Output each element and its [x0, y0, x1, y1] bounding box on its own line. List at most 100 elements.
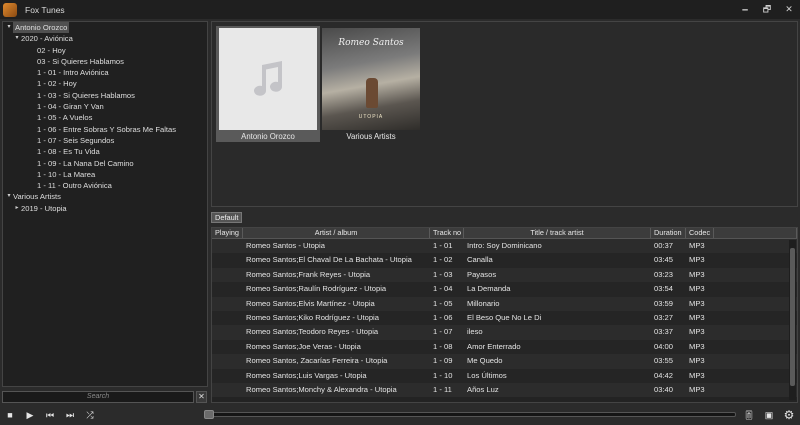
cell-track: 1 - 04	[433, 284, 453, 294]
tree-item-label: Various Artists	[13, 192, 61, 202]
mini-view-button[interactable]: ▣	[761, 407, 777, 423]
window-controls: 🗕 🗗 ✕	[734, 0, 800, 19]
album-tile-antonio-orozco[interactable]: Antonio Orozco	[216, 26, 320, 142]
tree-item-label: 1 - 04 - Giran Y Van	[37, 102, 104, 112]
fox-tunes-app-icon	[3, 2, 17, 17]
tree-item[interactable]: 1 - 04 - Giran Y Van	[3, 101, 207, 112]
minimize-button[interactable]: 🗕	[734, 0, 756, 19]
cell-track: 1 - 09	[433, 356, 453, 366]
cell-playing	[212, 253, 243, 267]
column-header-codec[interactable]: Codec	[686, 228, 714, 238]
tree-item-label: 1 - 02 - Hoy	[37, 79, 77, 89]
restore-button[interactable]: 🗗	[756, 0, 778, 19]
tree-item[interactable]: ▾ Antonio Orozco	[3, 22, 207, 34]
tree-item[interactable]: 1 - 01 - Intro Aviónica	[3, 67, 207, 78]
playlist-scrollbar[interactable]	[789, 240, 796, 400]
cell-duration: 00:37	[654, 241, 674, 250]
cell-playing	[212, 325, 243, 339]
cell-title: Años Luz	[467, 384, 499, 394]
column-header-artist-album[interactable]: Artist / album	[243, 228, 430, 238]
table-row[interactable]: Romeo Santos;Monchy & Alexandra - Utopia…	[212, 382, 797, 398]
tree-item[interactable]: 03 - Si Quieres Hablamos	[3, 56, 207, 67]
cell-artist: Romeo Santos - Utopia	[246, 241, 325, 250]
cell-filler	[714, 297, 797, 311]
column-header-filler	[714, 228, 797, 238]
library-tree[interactable]: ▾ Antonio Orozco ▾ 2020 - Aviónica 02 - Hoy 0…	[2, 21, 208, 387]
tree-item[interactable]: 1 - 11 - Outro Aviónica	[3, 180, 207, 191]
cell-artist: Romeo Santos;Joe Veras - Utopia	[246, 341, 361, 351]
album-tile-various-artists[interactable]: Romeo Santos UTOPIA Various Artists	[319, 28, 423, 142]
table-row[interactable]: Romeo Santos;Teodoro Reyes - Utopia 1 - 0…	[212, 325, 797, 340]
playlist-tabs: Default	[211, 212, 243, 224]
seek-slider-thumb[interactable]	[204, 410, 214, 419]
tree-item[interactable]: 1 - 02 - Hoy	[3, 78, 207, 89]
settings-gear-icon[interactable]: ⚙	[781, 407, 797, 423]
cell-codec: MP3	[689, 384, 705, 394]
tree-item[interactable]: ▾ Various Artists	[3, 191, 207, 202]
table-row[interactable]: Romeo Santos;Frank Reyes - Utopia 1 - 03 P…	[212, 267, 797, 283]
cell-playing	[212, 354, 243, 368]
playlist-rows: Romeo Santos - Utopia 1 - 01 Intro: Soy Do…	[212, 239, 797, 398]
cell-title: Amor Enterrado	[467, 341, 521, 351]
tree-item-label: 1 - 07 - Seis Segundos	[37, 135, 115, 145]
play-button[interactable]: ▶	[22, 407, 38, 423]
seek-slider[interactable]	[204, 410, 736, 419]
tree-item-label: 1 - 03 - Si Quieres Hablamos	[37, 90, 135, 100]
expand-arrow-icon[interactable]: ▾	[5, 22, 13, 33]
tree-item[interactable]: 1 - 09 - La Nana Del Camino	[3, 158, 207, 169]
cell-title: Payasos	[467, 269, 497, 279]
expand-arrow-icon[interactable]: ▾	[13, 33, 21, 44]
cell-codec: MP3	[689, 241, 705, 250]
cell-codec: MP3	[689, 327, 705, 337]
tab-default[interactable]: Default	[211, 212, 243, 223]
tree-item[interactable]: 1 - 03 - Si Quieres Hablamos	[3, 90, 207, 101]
table-row[interactable]: Romeo Santos;Kiko Rodríguez - Utopia 1 - …	[212, 310, 797, 326]
cell-duration: 03:23	[654, 269, 674, 279]
stop-button[interactable]: ■	[2, 407, 18, 423]
cell-duration: 03:54	[654, 284, 674, 294]
library-search-input[interactable]: Search	[2, 391, 194, 403]
table-row[interactable]: Romeo Santos, Zacarías Ferreira - Utopia…	[212, 354, 797, 369]
tree-item[interactable]: 1 - 05 - A Vuelos	[3, 112, 207, 123]
tree-item[interactable]: 1 - 08 - Es Tu Vida	[3, 146, 207, 157]
cell-filler	[714, 383, 797, 397]
cell-playing	[212, 282, 243, 296]
close-button[interactable]: ✕	[778, 0, 800, 19]
cell-track: 1 - 06	[433, 312, 453, 322]
tree-item[interactable]: ▸ 2019 - Utopia	[3, 203, 207, 214]
tree-item[interactable]: 1 - 07 - Seis Segundos	[3, 135, 207, 146]
column-header-duration[interactable]: Duration	[651, 228, 686, 238]
table-row[interactable]: Romeo Santos;El Chaval De La Bachata - U…	[212, 253, 797, 268]
search-clear-button[interactable]: ✕	[196, 391, 207, 403]
window-title: Fox Tunes	[25, 4, 65, 15]
expand-arrow-icon[interactable]: ▾	[5, 191, 13, 202]
tree-item-label: 2020 - Aviónica	[21, 34, 73, 44]
tree-item-label: Antonio Orozco	[13, 22, 70, 34]
cell-codec: MP3	[689, 255, 705, 265]
previous-button[interactable]: ⏮	[42, 407, 58, 423]
cell-artist: Romeo Santos;Raulín Rodríguez - Utopia	[246, 284, 387, 294]
tree-item[interactable]: 1 - 06 - Entre Sobras Y Sobras Me Faltas	[3, 124, 207, 135]
music-note-icon	[254, 61, 282, 96]
tree-item[interactable]: 1 - 10 - La Marea	[3, 169, 207, 180]
cover-foot-text: UTOPIA	[358, 114, 384, 120]
cell-duration: 03:40	[654, 384, 674, 394]
column-header-playing[interactable]: Playing	[212, 228, 243, 238]
cell-duration: 03:27	[654, 312, 674, 322]
equalizer-button[interactable]: 🎚	[741, 407, 757, 423]
shuffle-button[interactable]: ⤮	[82, 407, 98, 423]
column-header-track-no[interactable]: Track no	[430, 228, 464, 238]
table-row[interactable]: Romeo Santos - Utopia 1 - 01 Intro: Soy Do…	[212, 239, 797, 254]
table-row[interactable]: Romeo Santos;Joe Veras - Utopia 1 - 08 Amo…	[212, 339, 797, 355]
table-row[interactable]: Romeo Santos;Luis Vargas - Utopia 1 - 10 L…	[212, 368, 797, 383]
next-button[interactable]: ⏭	[62, 407, 78, 423]
expand-arrow-icon[interactable]: ▸	[13, 203, 21, 214]
playlist-scrollbar-thumb[interactable]	[790, 248, 795, 386]
table-row[interactable]: Romeo Santos;Raulín Rodríguez - Utopia 1 …	[212, 282, 797, 297]
cell-playing	[212, 340, 243, 354]
table-row[interactable]: Romeo Santos;Elvis Martínez - Utopia 1 - …	[212, 296, 797, 311]
column-header-title[interactable]: Title / track artist	[464, 228, 651, 238]
tree-item[interactable]: ▾ 2020 - Aviónica	[3, 33, 207, 44]
cell-artist: Romeo Santos, Zacarías Ferreira - Utopia	[246, 356, 388, 366]
tree-item[interactable]: 02 - Hoy	[3, 45, 207, 56]
